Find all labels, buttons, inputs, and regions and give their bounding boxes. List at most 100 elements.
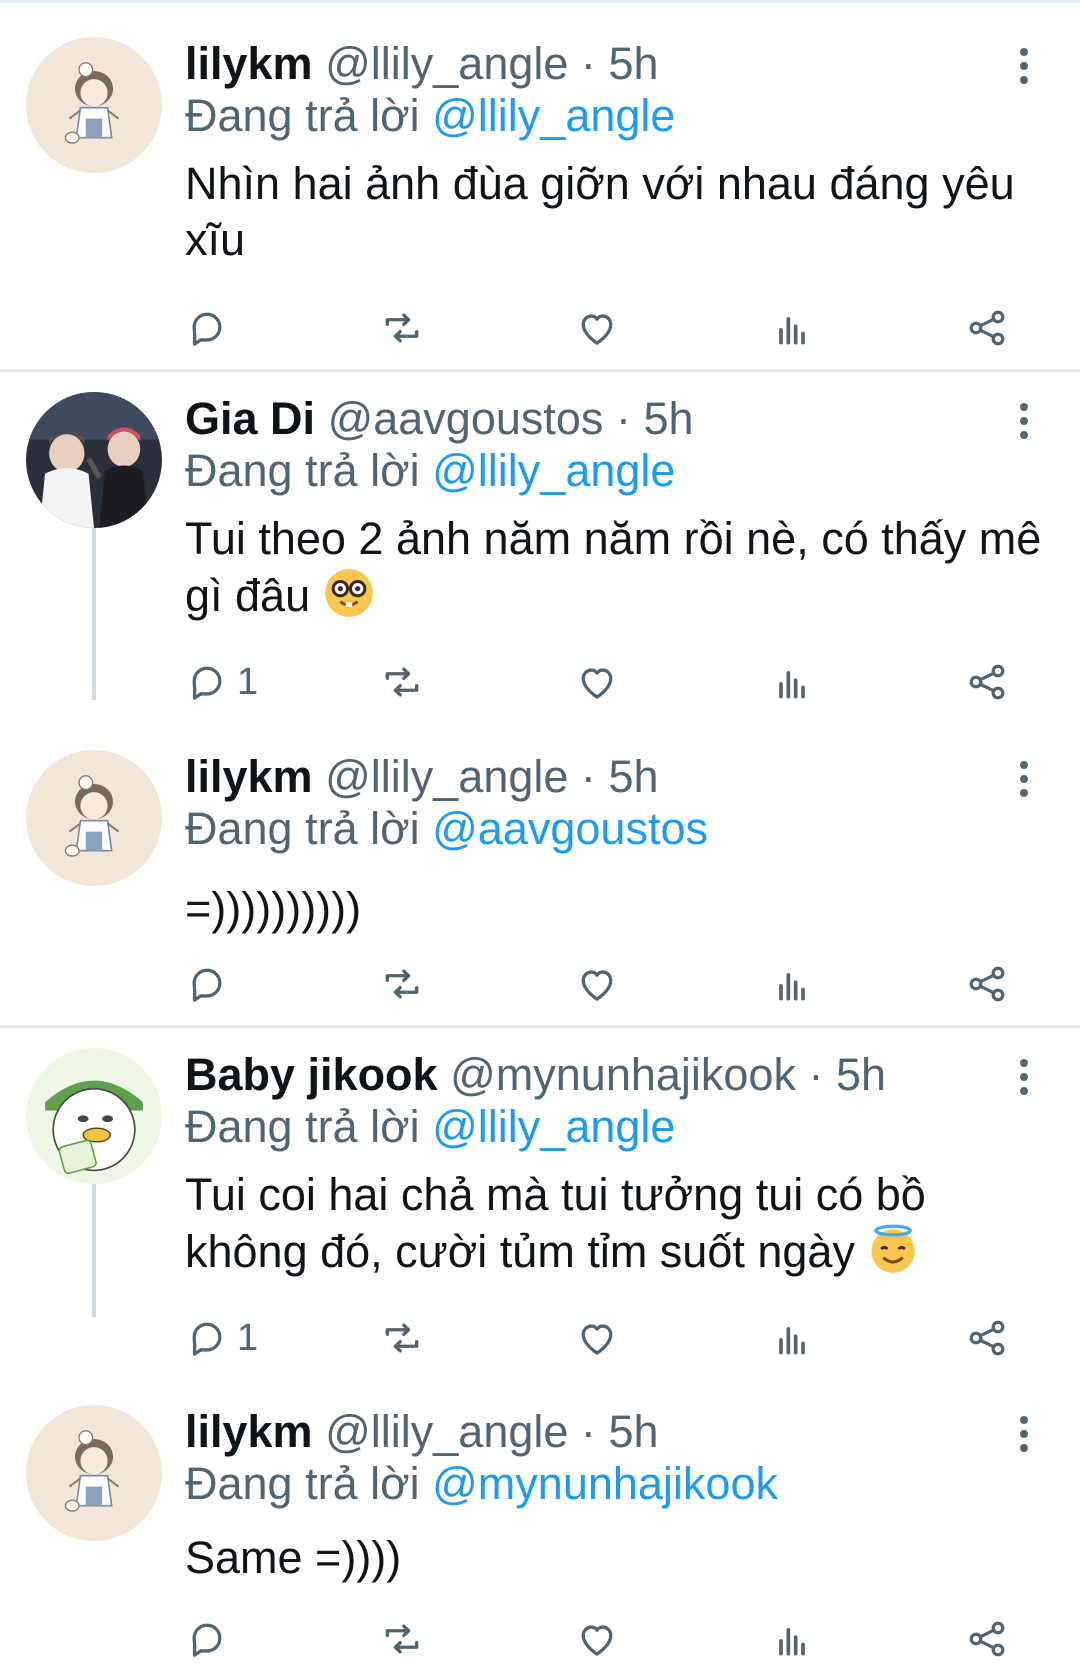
comment-icon [185, 962, 229, 1006]
retweet-icon [380, 306, 424, 350]
reply-button[interactable]: 1 [185, 657, 258, 707]
heart-icon [575, 962, 619, 1006]
reply-prefix: Đang trả lời [185, 90, 420, 141]
display-name[interactable]: lilykm [185, 38, 313, 89]
replying-to: Đang trả lời @llily_angle [185, 88, 675, 144]
share-button[interactable] [965, 657, 1009, 707]
heart-icon [575, 1316, 619, 1360]
share-button[interactable] [965, 303, 1009, 353]
more-vertical-icon[interactable] [1012, 757, 1036, 803]
reply-prefix: Đang trả lời [185, 1101, 420, 1152]
replying-to: Đang trả lời @llily_angle [185, 1099, 675, 1155]
retweet-button[interactable] [380, 1614, 424, 1664]
display-name[interactable]: Baby jikook [185, 1049, 438, 1100]
reply-mention[interactable]: @llily_angle [432, 90, 675, 141]
retweet-button[interactable] [380, 657, 424, 707]
retweet-icon [380, 1316, 424, 1360]
heart-icon [575, 306, 619, 350]
separator-dot: · [580, 38, 596, 89]
tweet-text: =)))))))))) [185, 883, 362, 934]
avatar[interactable] [26, 37, 162, 173]
like-button[interactable] [575, 303, 619, 353]
reply-mention[interactable]: @aavgoustos [432, 803, 708, 854]
timestamp[interactable]: 5h [608, 1406, 658, 1457]
tweet-header: Gia Di @aavgoustos · 5h [185, 391, 694, 447]
share-icon [965, 1617, 1009, 1661]
retweet-button[interactable] [380, 303, 424, 353]
comment-icon [185, 1617, 229, 1661]
analytics-icon [770, 1617, 814, 1661]
heart-icon [575, 660, 619, 704]
avatar[interactable] [26, 1405, 162, 1541]
more-vertical-icon[interactable] [1012, 1055, 1036, 1101]
analytics-icon [770, 660, 814, 704]
user-handle[interactable]: @llily_angle [325, 1406, 568, 1457]
separator-dot: · [615, 393, 631, 444]
retweet-button[interactable] [380, 959, 424, 1009]
analytics-button[interactable] [770, 1313, 814, 1363]
comment-icon [185, 306, 229, 350]
reply-button[interactable] [185, 959, 237, 1009]
analytics-button[interactable] [770, 959, 814, 1009]
user-handle[interactable]: @mynunhajikook [450, 1049, 796, 1100]
separator-dot: · [808, 1049, 824, 1100]
user-handle[interactable]: @llily_angle [325, 751, 568, 802]
share-icon [965, 306, 1009, 350]
nerd-face-emoji [324, 569, 373, 617]
display-name[interactable]: lilykm [185, 751, 313, 802]
avatar[interactable] [26, 392, 162, 528]
replying-to: Đang trả lời @llily_angle [185, 443, 675, 499]
tweet-header: Baby jikook @mynunhajikook · 5h [185, 1047, 886, 1103]
like-button[interactable] [575, 959, 619, 1009]
share-button[interactable] [965, 1614, 1009, 1664]
analytics-icon [770, 1316, 814, 1360]
analytics-button[interactable] [770, 303, 814, 353]
user-handle[interactable]: @llily_angle [325, 38, 568, 89]
share-button[interactable] [965, 959, 1009, 1009]
more-vertical-icon[interactable] [1012, 44, 1036, 90]
action-bar: 1 [185, 657, 1025, 707]
timestamp[interactable]: 5h [643, 393, 693, 444]
like-button[interactable] [575, 1614, 619, 1664]
replying-to: Đang trả lời @mynunhajikook [185, 1456, 778, 1512]
reply-mention[interactable]: @llily_angle [432, 445, 675, 496]
share-icon [965, 962, 1009, 1006]
timestamp[interactable]: 5h [608, 751, 658, 802]
timestamp[interactable]: 5h [608, 38, 658, 89]
tweet-body: Tui theo 2 ảnh năm năm rồi nè, có thấy m… [185, 511, 1055, 624]
more-vertical-icon[interactable] [1012, 399, 1036, 445]
avatar[interactable] [26, 1048, 162, 1184]
reply-mention[interactable]: @mynunhajikook [432, 1458, 778, 1509]
like-button[interactable] [575, 657, 619, 707]
display-name[interactable]: Gia Di [185, 393, 315, 444]
avatar[interactable] [26, 750, 162, 886]
tweet-text: Same =)))) [185, 1532, 402, 1583]
reply-prefix: Đang trả lời [185, 1458, 420, 1509]
reply-button[interactable] [185, 1614, 237, 1664]
tweet-header: lilykm @llily_angle · 5h [185, 749, 659, 805]
retweet-button[interactable] [380, 1313, 424, 1363]
tweet-header: lilykm @llily_angle · 5h [185, 36, 659, 92]
timestamp[interactable]: 5h [836, 1049, 886, 1100]
top-divider [0, 0, 1080, 3]
like-button[interactable] [575, 1313, 619, 1363]
analytics-button[interactable] [770, 1614, 814, 1664]
halo-smile-emoji [871, 1224, 916, 1273]
share-button[interactable] [965, 1313, 1009, 1363]
analytics-button[interactable] [770, 657, 814, 707]
reply-button[interactable]: 1 [185, 1313, 258, 1363]
separator-dot: · [580, 751, 596, 802]
thread-line [92, 500, 96, 700]
more-vertical-icon[interactable] [1012, 1412, 1036, 1458]
retweet-icon [380, 660, 424, 704]
reply-mention[interactable]: @llily_angle [432, 1101, 675, 1152]
display-name[interactable]: lilykm [185, 1406, 313, 1457]
analytics-icon [770, 962, 814, 1006]
divider [0, 1025, 1080, 1028]
tweet-text: Nhìn hai ảnh đùa giỡn với nhau đáng yêu … [185, 158, 1015, 265]
reply-count: 1 [237, 660, 259, 703]
user-handle[interactable]: @aavgoustos [328, 393, 604, 444]
retweet-icon [380, 1617, 424, 1661]
tweet-body: Tui coi hai chả mà tui tưởng tui có bồ k… [185, 1167, 1055, 1280]
reply-button[interactable] [185, 303, 237, 353]
